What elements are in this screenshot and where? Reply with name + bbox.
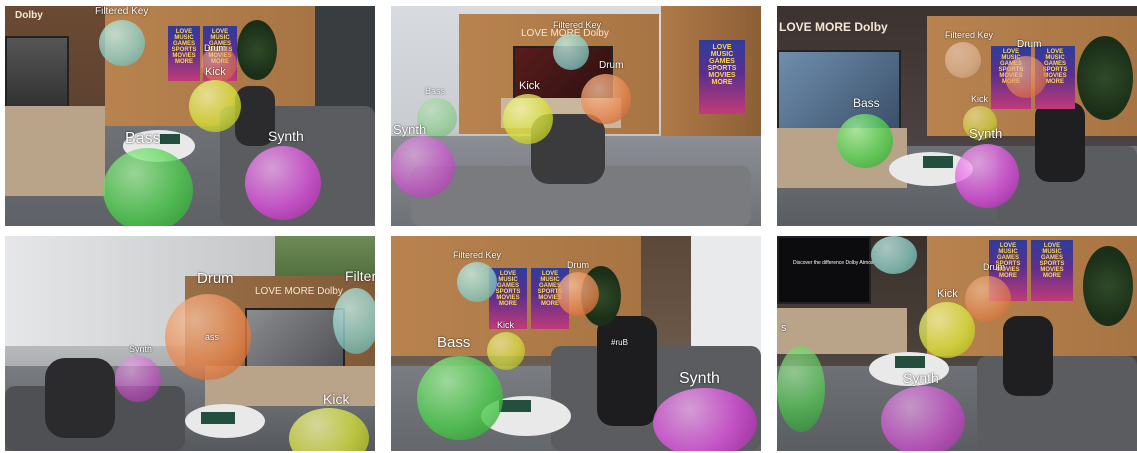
label-filtered-key: Filtered Key bbox=[553, 20, 602, 30]
label-kick: Kick bbox=[937, 288, 958, 300]
kick-sphere bbox=[503, 94, 553, 144]
filtered-key-sphere bbox=[99, 20, 145, 66]
label-kick: Kick bbox=[205, 66, 226, 78]
panel-6: Discover the difference Dolby Atmos LOVE… bbox=[777, 236, 1137, 451]
panel-3: LOVE MORE Dolby LOVEMUSICGAMESSPORTSMOVI… bbox=[777, 6, 1137, 226]
label-synth: Synth bbox=[129, 344, 153, 354]
label-synth: Synth bbox=[903, 370, 939, 386]
drum-sphere bbox=[581, 74, 631, 124]
book bbox=[895, 356, 925, 368]
sofa bbox=[977, 356, 1137, 451]
filtered-key-sphere bbox=[553, 34, 589, 70]
white-panel bbox=[691, 236, 761, 356]
tv-tagline: Discover the difference Dolby Atmos bbox=[793, 260, 874, 266]
book bbox=[160, 134, 180, 144]
poster: LOVEMUSICGAMESSPORTSMOVIESMORE bbox=[168, 26, 200, 81]
label-bass: ass bbox=[205, 332, 220, 342]
synth-sphere bbox=[881, 386, 965, 451]
filtered-key-sphere bbox=[945, 42, 981, 78]
plant bbox=[1077, 36, 1133, 120]
label-synth: Synth bbox=[268, 128, 304, 144]
media-cabinet bbox=[5, 106, 105, 196]
synth-sphere bbox=[653, 388, 757, 451]
tv-screen bbox=[777, 236, 871, 304]
filtered-key-sphere bbox=[871, 236, 917, 274]
label-bass: Bass bbox=[425, 86, 446, 96]
filtered-key-sphere bbox=[333, 288, 375, 354]
plant bbox=[1083, 246, 1133, 326]
label-filter: Filter bbox=[345, 268, 375, 284]
book bbox=[499, 400, 531, 412]
panel-4: LOVE MORE Dolby Filter Drum ass Synth Ki… bbox=[5, 236, 375, 451]
kick-sphere bbox=[487, 332, 525, 370]
book bbox=[201, 412, 235, 424]
bass-sphere bbox=[417, 356, 503, 440]
drum-sphere bbox=[965, 276, 1011, 322]
synth-sphere bbox=[245, 146, 321, 220]
label-bass-partial: s bbox=[781, 322, 787, 334]
label-kick: Kick bbox=[497, 320, 515, 330]
synth-sphere bbox=[391, 136, 455, 198]
label-drum: Drum bbox=[599, 60, 624, 71]
bass-sphere bbox=[777, 346, 825, 432]
window-wall bbox=[315, 6, 375, 116]
label-kick: Kick bbox=[519, 80, 540, 92]
drum-sphere bbox=[557, 272, 599, 316]
label-kick: Kick bbox=[323, 391, 350, 407]
bass-sphere bbox=[103, 148, 193, 226]
person bbox=[45, 358, 115, 438]
synth-sphere bbox=[955, 144, 1019, 208]
plant bbox=[237, 20, 277, 80]
label-synth: Synth bbox=[969, 126, 1003, 141]
label-bass: Bass bbox=[125, 130, 161, 147]
label-kick: Kick bbox=[971, 94, 989, 104]
poster: LOVEMUSICGAMESSPORTSMOVIESMORE bbox=[1031, 240, 1073, 301]
panel-2: LOVE MORE Dolby LOVE MUSIC GAMES SPORTS MOVI… bbox=[391, 6, 761, 226]
filtered-key-sphere bbox=[457, 262, 497, 302]
drum-sphere bbox=[1005, 56, 1047, 98]
person bbox=[1035, 102, 1085, 182]
wall-logo: LOVE MORE Dolby bbox=[255, 286, 343, 297]
panel-5: #ruB LOVE MUSIC GAMES SPORTS MOVIES MORE LOVE… bbox=[391, 236, 761, 451]
person bbox=[597, 316, 657, 426]
label-filtered-key: Filtered Key bbox=[945, 30, 994, 40]
person bbox=[1003, 316, 1053, 396]
book bbox=[923, 156, 953, 168]
synth-sphere bbox=[115, 356, 161, 402]
label-drum: Drum bbox=[204, 43, 226, 53]
label-bass: Bass bbox=[437, 334, 471, 351]
label-drum: Drum bbox=[1017, 39, 1042, 50]
label-synth: Synth bbox=[679, 370, 720, 387]
wall-logo: Dolby bbox=[15, 10, 43, 21]
kick-sphere bbox=[919, 302, 975, 358]
bass-sphere bbox=[837, 114, 893, 168]
label-synth: Synth bbox=[393, 122, 427, 137]
label-bass: Bass bbox=[853, 96, 880, 110]
kick-sphere bbox=[189, 80, 241, 132]
label-drum: Drum bbox=[567, 260, 589, 270]
label-filtered-key: Filtered Key bbox=[95, 6, 149, 17]
label-drum: Drum bbox=[983, 262, 1005, 272]
panel-1: Dolby LOVE MUSIC GAMES SPORTS MOVIES MORE LOV… bbox=[5, 6, 375, 226]
poster: LOVEMUSICGAMESSPORTSMOVIESMORE bbox=[699, 40, 745, 114]
wall-logo: LOVE MORE Dolby bbox=[779, 20, 888, 34]
label-filtered-key: Filtered Key bbox=[453, 250, 502, 260]
shirt-logo: #ruB bbox=[611, 338, 628, 347]
label-drum: Drum bbox=[197, 270, 234, 287]
